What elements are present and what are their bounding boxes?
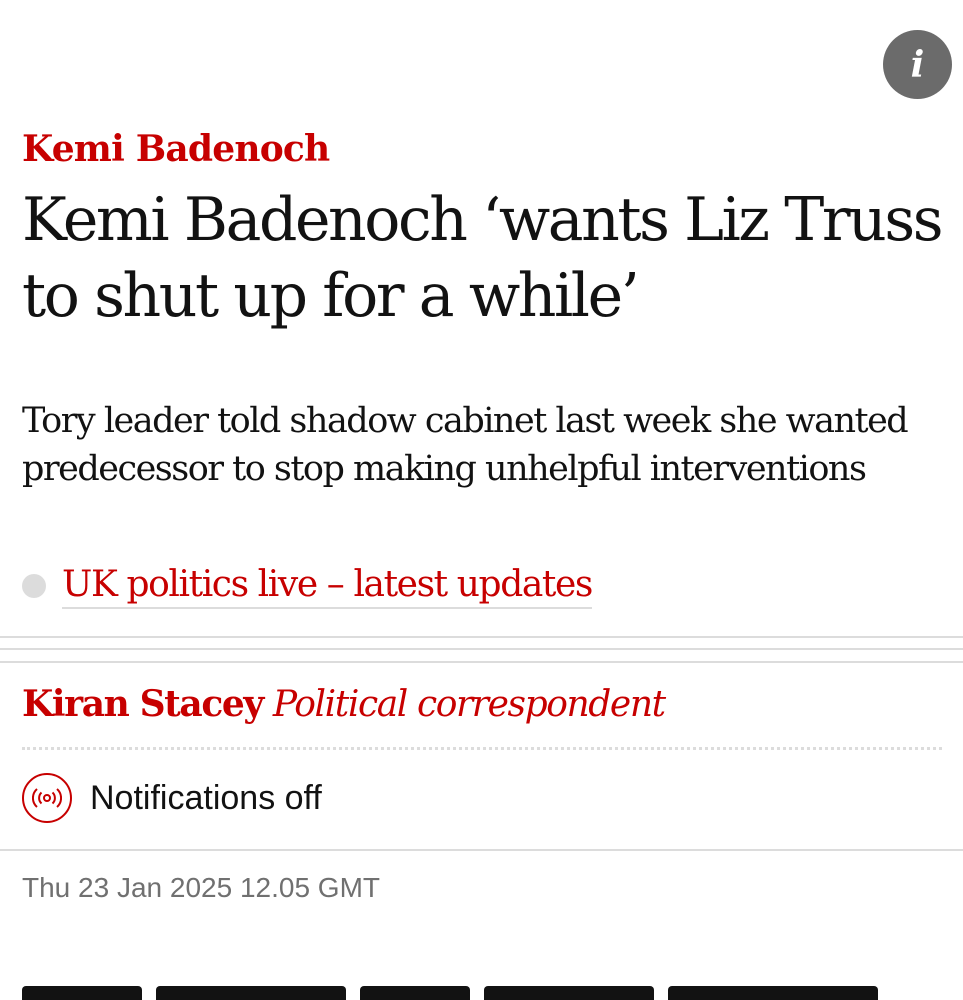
headline: Kemi Badenoch ‘wants Liz Truss to shut u… bbox=[22, 185, 944, 331]
notifications-toggle[interactable]: Notifications off bbox=[22, 772, 322, 824]
info-icon: i bbox=[910, 43, 925, 86]
live-dot-icon bbox=[22, 574, 46, 598]
related-link-row: UK politics live – latest updates bbox=[22, 560, 593, 612]
divider-middle bbox=[0, 648, 963, 650]
live-updates-link[interactable]: UK politics live – latest updates bbox=[62, 564, 593, 609]
author-link[interactable]: Kiran Stacey bbox=[22, 683, 264, 725]
publish-date: Thu 23 Jan 2025 12.05 GMT bbox=[22, 872, 380, 903]
section-kicker[interactable]: Kemi Badenoch bbox=[22, 128, 330, 170]
notifications-label: Notifications off bbox=[90, 778, 322, 817]
author-role: Political correspondent bbox=[272, 684, 666, 725]
byline-dotted-divider bbox=[22, 747, 942, 750]
body-text-cutoff bbox=[22, 986, 952, 1000]
dateline-divider bbox=[0, 849, 963, 851]
broadcast-icon bbox=[22, 773, 72, 823]
standfirst: Tory leader told shadow cabinet last wee… bbox=[22, 401, 909, 489]
info-button[interactable]: i bbox=[883, 30, 952, 99]
divider-top bbox=[0, 636, 963, 638]
divider-bottom bbox=[0, 661, 963, 663]
byline: Kiran Stacey Political correspondent bbox=[22, 683, 666, 725]
